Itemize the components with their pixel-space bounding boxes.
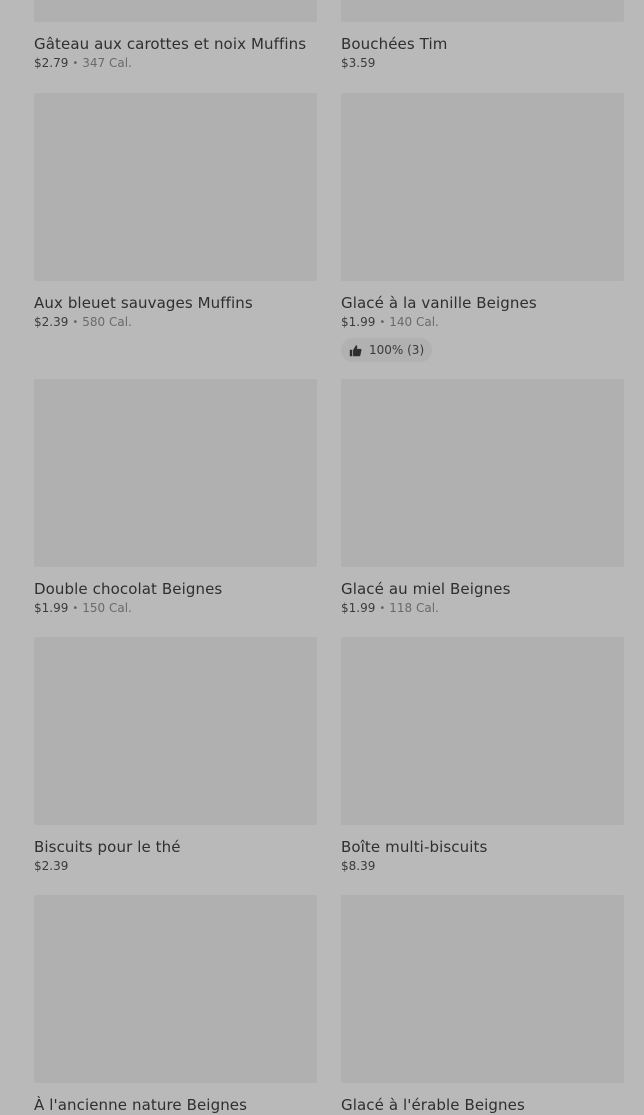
item-meta: $1.99 • 118 Cal. xyxy=(341,600,624,618)
item-image[interactable] xyxy=(34,895,317,1083)
item-name: Bouchées Tim xyxy=(341,35,448,53)
item-meta: $2.39 xyxy=(34,858,317,874)
separator-dot: • xyxy=(72,603,79,614)
item-name: Double chocolat Beignes xyxy=(34,580,223,598)
menu-item-card[interactable]: Aux bleuet sauvages Muffins $2.39 • 580 Ca… xyxy=(34,93,317,332)
separator-dot: • xyxy=(72,317,79,328)
item-image[interactable] xyxy=(341,637,624,825)
item-meta: $2.39 • 580 Cal. xyxy=(34,314,317,332)
item-calories: 118 Cal. xyxy=(389,601,439,615)
item-meta: $3.59 xyxy=(341,55,624,71)
thumbs-up-icon xyxy=(349,344,362,356)
item-image[interactable] xyxy=(341,379,624,567)
menu-item-card[interactable]: Boîte multi-biscuits $8.39 xyxy=(341,637,624,874)
item-price: $8.39 xyxy=(341,859,376,873)
item-calories: 150 Cal. xyxy=(82,601,132,615)
item-image[interactable] xyxy=(34,93,317,281)
item-calories: 580 Cal. xyxy=(82,315,132,329)
item-image[interactable] xyxy=(34,0,317,22)
item-price: $2.39 xyxy=(34,859,69,873)
menu-item-card[interactable]: Biscuits pour le thé $2.39 xyxy=(34,637,317,874)
menu-item-card[interactable]: Double chocolat Beignes $1.99 • 150 Cal. xyxy=(34,379,317,618)
item-name: À l'ancienne nature Beignes xyxy=(34,1096,248,1114)
menu-item-grid: Gâteau aux carottes et noix Muffins $2.7… xyxy=(0,0,644,1114)
item-price: $1.99 xyxy=(341,601,376,615)
separator-dot: • xyxy=(72,58,79,69)
menu-item-card[interactable]: Glacé à la vanille Beignes $1.99 • 140 Cal… xyxy=(341,93,624,362)
rating-text: 100% (3) xyxy=(369,343,425,357)
item-calories: 140 Cal. xyxy=(389,315,439,329)
separator-dot: • xyxy=(379,603,386,614)
item-meta: $1.99 • 140 Cal. xyxy=(341,314,624,332)
rating-badge: 100% (3) xyxy=(341,338,433,362)
item-image[interactable] xyxy=(341,895,624,1083)
item-price: $1.99 xyxy=(341,315,376,329)
item-name: Glacé au miel Beignes xyxy=(341,580,511,598)
item-image[interactable] xyxy=(34,379,317,567)
menu-item-card[interactable]: Glacé à l'érable Beignes xyxy=(341,895,624,1115)
item-meta: $1.99 • 150 Cal. xyxy=(34,600,317,618)
item-image[interactable] xyxy=(34,637,317,825)
item-name: Biscuits pour le thé xyxy=(34,838,181,856)
item-price: $2.39 xyxy=(34,315,69,329)
menu-item-card[interactable]: À l'ancienne nature Beignes xyxy=(34,895,317,1115)
item-calories: 347 Cal. xyxy=(82,56,132,70)
item-meta: $8.39 xyxy=(341,858,624,874)
item-price: $3.59 xyxy=(341,56,376,70)
item-price: $1.99 xyxy=(34,601,69,615)
item-image[interactable] xyxy=(341,0,624,22)
menu-item-card[interactable]: Glacé au miel Beignes $1.99 • 118 Cal. xyxy=(341,379,624,618)
item-name: Glacé à l'érable Beignes xyxy=(341,1096,525,1114)
menu-item-card[interactable]: Gâteau aux carottes et noix Muffins $2.7… xyxy=(34,0,317,73)
menu-item-card[interactable]: Bouchées Tim $3.59 xyxy=(341,0,624,71)
item-name: Aux bleuet sauvages Muffins xyxy=(34,294,253,312)
item-name: Glacé à la vanille Beignes xyxy=(341,294,537,312)
item-name: Gâteau aux carottes et noix Muffins xyxy=(34,35,307,53)
item-image[interactable] xyxy=(341,93,624,281)
item-meta: $2.79 • 347 Cal. xyxy=(34,55,317,73)
item-name: Boîte multi-biscuits xyxy=(341,838,488,856)
separator-dot: • xyxy=(379,317,386,328)
item-price: $2.79 xyxy=(34,56,69,70)
